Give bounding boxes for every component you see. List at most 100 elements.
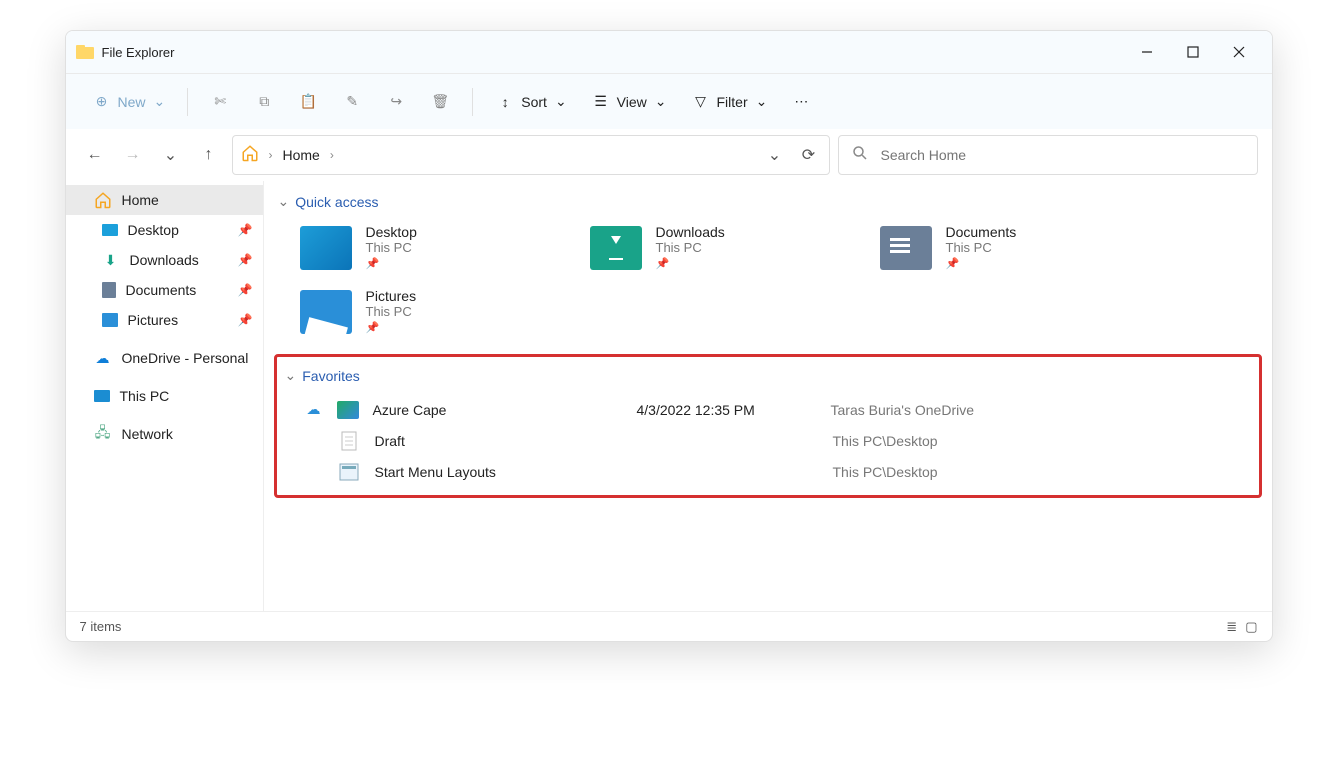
qa-sub: This PC xyxy=(946,240,1017,255)
sidebar-item-network[interactable]: 🖧 Network xyxy=(66,419,263,449)
sort-button[interactable]: ↕ Sort ⌄ xyxy=(485,84,576,120)
main-pane: ⌄ Quick access Desktop This PC 📌 Downloa… xyxy=(264,181,1272,611)
filter-icon: ▽ xyxy=(691,92,711,112)
chevron-down-icon: ⌄ xyxy=(756,93,768,110)
qa-item-documents[interactable]: Documents This PC 📌 xyxy=(880,224,1146,270)
file-location: Taras Buria's OneDrive xyxy=(831,402,975,418)
cut-icon: ✄ xyxy=(210,92,230,112)
window-controls xyxy=(1124,31,1262,73)
picture-icon xyxy=(102,313,118,327)
sort-icon: ↕ xyxy=(495,92,515,112)
pin-icon: 📌 xyxy=(366,257,417,270)
large-view-button[interactable]: ▢ xyxy=(1245,619,1257,635)
section-label: Favorites xyxy=(302,368,360,384)
filter-button[interactable]: ▽ Filter ⌄ xyxy=(681,84,778,120)
folder-icon xyxy=(300,226,352,270)
toolbar: ⊕ New ⌄ ✄ ⧉ 📋 ✎ ↪ 🗑 ↕ Sort ⌄ ☰ View ⌄ ▽ … xyxy=(66,73,1272,129)
view-button[interactable]: ☰ View ⌄ xyxy=(581,84,677,120)
sidebar: Home Desktop 📌 ⬇ Downloads 📌 Documents 📌… xyxy=(66,181,264,611)
file-name: Draft xyxy=(375,433,625,449)
new-button[interactable]: ⊕ New ⌄ xyxy=(82,84,176,120)
image-icon xyxy=(337,401,359,419)
document-icon xyxy=(102,282,116,298)
status-text: 7 items xyxy=(80,619,122,634)
navbar: ← → ⌄ ↑ › Home › ⌄ ⟳ xyxy=(66,129,1272,181)
rename-icon: ✎ xyxy=(342,92,362,112)
maximize-button[interactable] xyxy=(1170,31,1216,73)
qa-name: Pictures xyxy=(366,288,417,304)
chevron-down-icon: ⌄ xyxy=(278,193,290,210)
sidebar-item-documents[interactable]: Documents 📌 xyxy=(66,275,263,305)
favorites-highlight-box: ⌄ Favorites ☁ Azure Cape 4/3/2022 12:35 … xyxy=(274,354,1262,498)
folder-icon xyxy=(880,226,932,270)
breadcrumb-separator: › xyxy=(330,148,334,162)
sidebar-label: This PC xyxy=(120,388,170,404)
sidebar-item-pictures[interactable]: Pictures 📌 xyxy=(66,305,263,335)
network-icon: 🖧 xyxy=(94,425,112,443)
titlebar[interactable]: File Explorer xyxy=(66,31,1272,73)
share-button[interactable]: ↪ xyxy=(376,84,416,120)
search-bar[interactable] xyxy=(838,135,1258,175)
search-input[interactable] xyxy=(881,147,1245,163)
more-button[interactable]: ⋯ xyxy=(781,84,821,120)
sort-label: Sort xyxy=(521,94,547,110)
rename-button[interactable]: ✎ xyxy=(332,84,372,120)
address-history-button[interactable]: ⌄ xyxy=(763,143,787,167)
favorite-item[interactable]: ☁ Azure Cape 4/3/2022 12:35 PM Taras Bur… xyxy=(281,394,1255,425)
textfile-icon xyxy=(337,431,361,451)
view-icon: ☰ xyxy=(591,92,611,112)
copy-button[interactable]: ⧉ xyxy=(244,84,284,120)
sidebar-label: Documents xyxy=(126,282,197,298)
trash-icon: 🗑 xyxy=(430,92,450,112)
section-favorites[interactable]: ⌄ Favorites xyxy=(281,363,1255,388)
section-quick-access[interactable]: ⌄ Quick access xyxy=(264,189,1272,214)
up-button[interactable]: ↑ xyxy=(194,140,224,170)
search-icon xyxy=(851,144,869,167)
paste-icon: 📋 xyxy=(298,92,318,112)
download-icon: ⬇ xyxy=(102,251,120,269)
file-explorer-window: File Explorer ⊕ New ⌄ ✄ ⧉ 📋 ✎ ↪ 🗑 ↕ Sort… xyxy=(65,30,1273,642)
chevron-down-icon: ⌄ xyxy=(154,93,166,110)
pin-icon: 📌 xyxy=(238,223,253,237)
sidebar-item-desktop[interactable]: Desktop 📌 xyxy=(66,215,263,245)
sidebar-label: OneDrive - Personal xyxy=(122,350,249,366)
recent-button[interactable]: ⌄ xyxy=(156,140,186,170)
back-button[interactable]: ← xyxy=(80,140,110,170)
qa-item-pictures[interactable]: Pictures This PC 📌 xyxy=(300,288,566,334)
file-location: This PC\Desktop xyxy=(833,433,938,449)
details-view-button[interactable]: ≣ xyxy=(1226,619,1237,635)
cut-button[interactable]: ✄ xyxy=(200,84,240,120)
sidebar-item-thispc[interactable]: This PC xyxy=(66,381,263,411)
pin-icon: 📌 xyxy=(366,321,417,334)
favorite-item[interactable]: Start Menu Layouts This PC\Desktop xyxy=(281,456,1255,487)
sidebar-item-onedrive[interactable]: ☁ OneDrive - Personal xyxy=(66,343,263,373)
monitor-icon xyxy=(94,390,110,402)
qa-sub: This PC xyxy=(366,240,417,255)
file-date: 4/3/2022 12:35 PM xyxy=(637,402,817,418)
delete-button[interactable]: 🗑 xyxy=(420,84,460,120)
qa-name: Documents xyxy=(946,224,1017,240)
pin-icon: 📌 xyxy=(656,257,725,270)
qa-item-downloads[interactable]: Downloads This PC 📌 xyxy=(590,224,856,270)
more-icon: ⋯ xyxy=(791,92,811,112)
chevron-down-icon: ⌄ xyxy=(555,93,567,110)
sidebar-item-downloads[interactable]: ⬇ Downloads 📌 xyxy=(66,245,263,275)
qa-item-desktop[interactable]: Desktop This PC 📌 xyxy=(300,224,566,270)
breadcrumb-home[interactable]: Home xyxy=(283,147,320,163)
refresh-button[interactable]: ⟳ xyxy=(797,143,821,167)
view-label: View xyxy=(617,94,647,110)
minimize-button[interactable] xyxy=(1124,31,1170,73)
statusbar: 7 items ≣ ▢ xyxy=(66,611,1272,641)
chevron-down-icon: ⌄ xyxy=(285,367,297,384)
address-bar[interactable]: › Home › ⌄ ⟳ xyxy=(232,135,830,175)
favorite-item[interactable]: Draft This PC\Desktop xyxy=(281,425,1255,456)
paste-button[interactable]: 📋 xyxy=(288,84,328,120)
copy-icon: ⧉ xyxy=(254,92,274,112)
qa-sub: This PC xyxy=(366,304,417,319)
sidebar-item-home[interactable]: Home xyxy=(66,185,263,215)
forward-button[interactable]: → xyxy=(118,140,148,170)
document-icon xyxy=(337,462,361,482)
sidebar-label: Home xyxy=(122,192,159,208)
file-name: Start Menu Layouts xyxy=(375,464,625,480)
close-button[interactable] xyxy=(1216,31,1262,73)
